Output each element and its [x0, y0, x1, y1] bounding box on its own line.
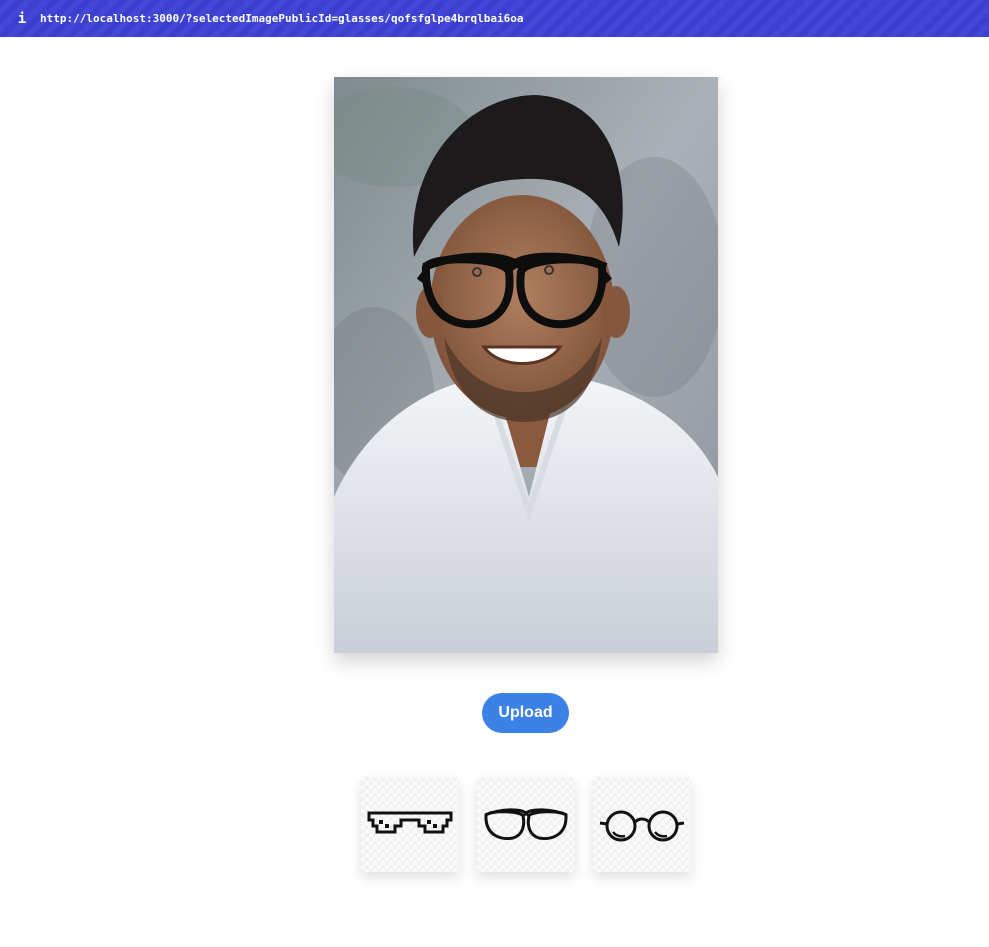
glasses-option-aviator[interactable]	[477, 777, 575, 872]
portrait-photo	[334, 77, 718, 653]
pixel-sunglasses-icon	[367, 811, 453, 833]
url-text[interactable]: http://localhost:3000/?selectedImagePubl…	[40, 12, 523, 25]
upload-button[interactable]: Upload	[482, 693, 569, 733]
portrait-photo-illustration	[334, 77, 718, 653]
glasses-option-round[interactable]	[593, 777, 691, 872]
info-icon[interactable]: i	[16, 11, 28, 27]
round-glasses-icon	[599, 810, 685, 841]
url-bar: i http://localhost:3000/?selectedImagePu…	[0, 0, 989, 37]
glasses-option-pixel-sunglasses[interactable]	[361, 777, 459, 872]
aviator-glasses-icon	[484, 807, 568, 840]
